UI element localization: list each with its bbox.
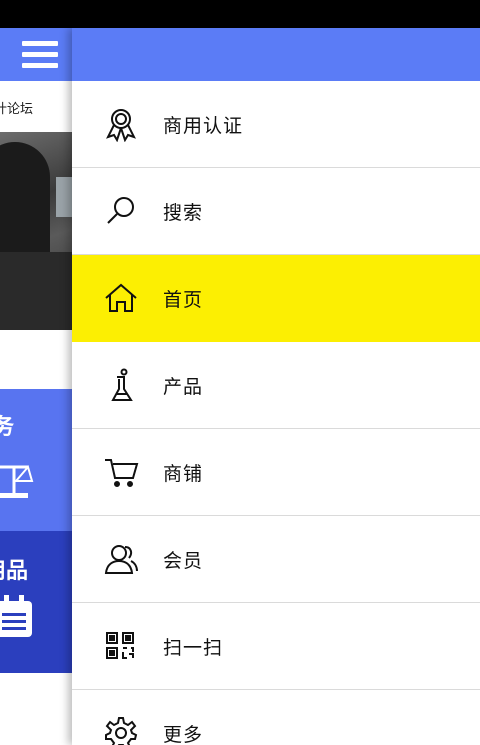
supplies-card[interactable]: 用品 [0,531,72,673]
drawer-menu: 商用认证 搜索 首页 产品 商铺 会员 扫一扫 更多 [72,81,480,745]
menu-item-certification[interactable]: 商用认证 [72,81,480,168]
supplies-card-label: 用品 [0,558,29,584]
home-icon [105,283,137,312]
menu-item-more[interactable]: 更多 [72,690,480,745]
search-icon [107,197,134,224]
background-page: 计论坛 务 用品 [0,28,72,745]
gear-icon [105,717,138,745]
menu-item-scan[interactable]: 扫一扫 [72,603,480,690]
calendar-icon [0,595,32,637]
menu-item-label: 更多 [163,724,204,745]
menu-item-label: 扫一扫 [163,637,224,659]
menu-item-products[interactable]: 产品 [72,342,480,429]
menu-item-search[interactable]: 搜索 [72,168,480,255]
menu-item-home[interactable]: 首页 [72,255,480,342]
navigation-drawer: 商用认证 搜索 首页 产品 商铺 会员 扫一扫 更多 [72,28,480,745]
menu-item-members[interactable]: 会员 [72,516,480,603]
background-header [0,28,72,81]
service-card[interactable]: 务 [0,389,72,531]
cart-icon [105,459,139,487]
award-ribbon-icon [106,109,136,142]
carousel-image[interactable] [0,132,72,330]
hamburger-menu-icon[interactable] [22,41,58,69]
drawer-header [72,28,480,81]
qr-code-icon [106,632,134,659]
members-icon [104,545,138,574]
product-flask-icon [111,368,133,401]
background-page-title: 计论坛 [0,102,34,117]
menu-item-label: 会员 [163,550,204,572]
menu-item-label: 产品 [163,376,204,398]
menu-item-label: 商铺 [163,463,204,485]
scale-icon [0,464,34,498]
status-bar [0,0,480,28]
service-card-label: 务 [0,414,15,440]
menu-item-shops[interactable]: 商铺 [72,429,480,516]
menu-item-label: 首页 [163,289,204,311]
menu-item-label: 搜索 [163,202,204,224]
menu-item-label: 商用认证 [163,115,244,137]
